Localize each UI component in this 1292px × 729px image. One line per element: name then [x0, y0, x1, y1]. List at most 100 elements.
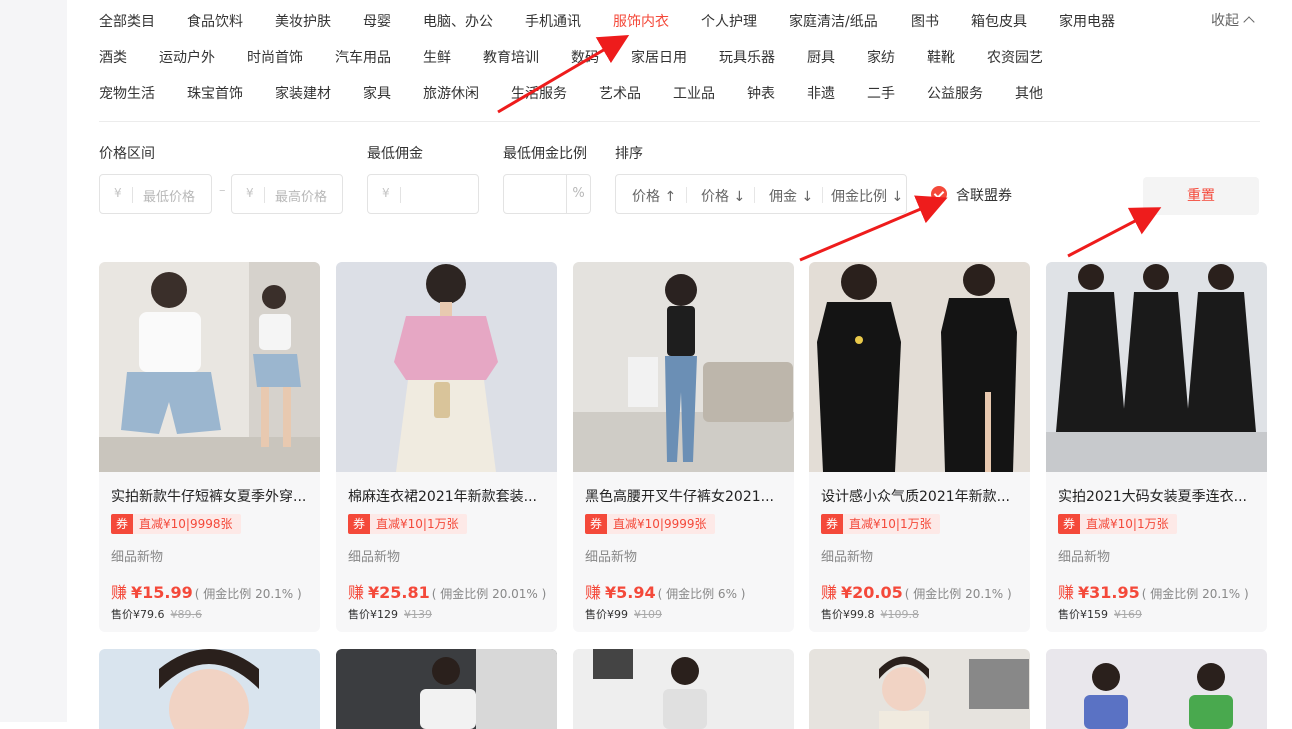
category-secondhand[interactable]: 二手 — [867, 83, 895, 103]
category-bags[interactable]: 箱包皮具 — [971, 11, 1027, 31]
divider — [99, 121, 1260, 122]
category-cleaning[interactable]: 家庭清洁/纸品 — [789, 11, 878, 31]
left-sidebar — [0, 0, 67, 722]
commission-rate: ( 佣金比例 20.01% ) — [431, 587, 547, 601]
category-phone[interactable]: 手机通讯 — [525, 11, 581, 31]
coupon-amount: 直减¥10|1万张 — [843, 514, 940, 534]
product-image[interactable] — [336, 649, 557, 729]
category-agri[interactable]: 农资园艺 — [987, 47, 1043, 67]
product-card[interactable]: 棉麻连衣裙2021年新款套装... 券 直减¥10|1万张 细品新物 赚 ¥25.… — [336, 262, 557, 632]
max-price-input[interactable]: ¥ 最高价格 — [231, 174, 343, 214]
category-liquor[interactable]: 酒类 — [99, 47, 127, 67]
main-content: 全部类目 食品饮料 美妆护肤 母婴 电脑、办公 手机通讯 服饰内衣 个人护理 家… — [67, 0, 1292, 729]
category-digital[interactable]: 数码 — [571, 47, 599, 67]
earn-amount: ¥20.05 — [841, 583, 903, 602]
min-commission-input[interactable]: ¥ — [367, 174, 479, 214]
product-card[interactable]: 设计感小众气质2021年新款... 券 直减¥10|1万张 细品新物 赚 ¥20.… — [809, 262, 1030, 632]
product-title[interactable]: 实拍2021大码女装夏季连衣... — [1058, 486, 1258, 506]
earn-amount: ¥5.94 — [605, 583, 656, 602]
min-rate-input[interactable]: % — [503, 174, 591, 214]
original-price: ¥169 — [1114, 608, 1142, 621]
category-other[interactable]: 其他 — [1015, 83, 1043, 103]
category-computer[interactable]: 电脑、办公 — [423, 11, 493, 31]
category-home[interactable]: 家居日用 — [631, 47, 687, 67]
category-charity[interactable]: 公益服务 — [927, 83, 983, 103]
currency-icon: ¥ — [114, 186, 122, 200]
category-sports[interactable]: 运动户外 — [159, 47, 215, 67]
input-separator — [264, 187, 265, 203]
original-price: ¥109 — [634, 608, 662, 621]
category-books[interactable]: 图书 — [911, 11, 939, 31]
shop-name: 细品新物 — [111, 550, 164, 565]
product-title[interactable]: 黑色高腰开叉牛仔裤女2021... — [585, 486, 785, 506]
sort-commission-desc[interactable]: 佣金 ↓ — [769, 186, 813, 206]
category-beauty[interactable]: 美妆护肤 — [275, 11, 331, 31]
category-fresh[interactable]: 生鲜 — [423, 47, 451, 67]
coupon-checkbox[interactable] — [931, 186, 947, 202]
product-title[interactable]: 设计感小众气质2021年新款... — [821, 486, 1021, 506]
coupon-amount: 直减¥10|9999张 — [607, 514, 715, 534]
coupon-checkbox-label[interactable]: 含联盟券 — [956, 185, 1012, 205]
coupon-tag: 券 — [111, 514, 133, 534]
category-travel[interactable]: 旅游休闲 — [423, 83, 479, 103]
sort-separator — [822, 187, 823, 203]
category-personal-care[interactable]: 个人护理 — [701, 11, 757, 31]
product-card[interactable]: 黑色高腰开叉牛仔裤女2021... 券 直减¥10|9999张 细品新物 赚 ¥5… — [573, 262, 794, 632]
category-building[interactable]: 家装建材 — [275, 83, 331, 103]
category-auto[interactable]: 汽车用品 — [335, 47, 391, 67]
category-textiles[interactable]: 家纺 — [867, 47, 895, 67]
earn-line: 赚 ¥25.81( 佣金比例 20.01% ) — [348, 579, 546, 603]
category-furniture[interactable]: 家具 — [363, 83, 391, 103]
price-line: 售价¥99 ¥109 — [585, 606, 662, 622]
min-commission-label: 最低佣金 — [367, 146, 423, 162]
collapse-label: 收起 — [1211, 13, 1239, 29]
coupon-badge: 券 直减¥10|9999张 — [585, 514, 715, 534]
sort-price-desc[interactable]: 价格 ↓ — [701, 186, 745, 206]
coupon-badge: 券 直减¥10|1万张 — [348, 514, 467, 534]
category-jewelry[interactable]: 珠宝首饰 — [187, 83, 243, 103]
reset-button[interactable]: 重置 — [1143, 177, 1259, 215]
earn-amount: ¥25.81 — [368, 583, 430, 602]
price-line: 售价¥159 ¥169 — [1058, 606, 1142, 622]
category-toys[interactable]: 玩具乐器 — [719, 47, 775, 67]
product-card[interactable]: 实拍2021大码女装夏季连衣... 券 直减¥10|1万张 细品新物 赚 ¥31.… — [1046, 262, 1267, 632]
product-image[interactable] — [809, 649, 1030, 729]
product-title[interactable]: 棉麻连衣裙2021年新款套装... — [348, 486, 548, 506]
earn-label: 赚 — [348, 583, 365, 602]
category-food[interactable]: 食品饮料 — [187, 11, 243, 31]
category-art[interactable]: 艺术品 — [599, 83, 641, 103]
category-all[interactable]: 全部类目 — [99, 11, 155, 31]
product-image[interactable] — [1046, 649, 1267, 729]
category-shoes[interactable]: 鞋靴 — [927, 47, 955, 67]
category-industrial[interactable]: 工业品 — [673, 83, 715, 103]
category-baby[interactable]: 母婴 — [363, 11, 391, 31]
min-rate-label: 最低佣金比例 — [503, 146, 587, 162]
sort-price-asc[interactable]: 价格 ↑ — [632, 186, 676, 206]
category-education[interactable]: 教育培训 — [483, 47, 539, 67]
product-image[interactable] — [573, 649, 794, 729]
category-life-service[interactable]: 生活服务 — [511, 83, 567, 103]
category-heritage[interactable]: 非遗 — [807, 83, 835, 103]
sale-price: 售价¥159 — [1058, 608, 1108, 621]
coupon-tag: 券 — [1058, 514, 1080, 534]
category-fashion-jewelry[interactable]: 时尚首饰 — [247, 47, 303, 67]
price-line: 售价¥79.6 ¥89.6 — [111, 606, 202, 622]
category-clothing[interactable]: 服饰内衣 — [613, 11, 669, 31]
min-price-input[interactable]: ¥ 最低价格 — [99, 174, 212, 214]
shop-name: 细品新物 — [821, 550, 874, 565]
product-title[interactable]: 实拍新款牛仔短裤女夏季外穿... — [111, 486, 311, 506]
category-kitchen[interactable]: 厨具 — [807, 47, 835, 67]
sort-rate-desc[interactable]: 佣金比例 ↓ — [831, 186, 903, 206]
percent-suffix: % — [566, 175, 590, 213]
product-card[interactable]: 实拍新款牛仔短裤女夏季外穿... 券 直减¥10|9998张 细品新物 赚 ¥15… — [99, 262, 320, 632]
category-watches[interactable]: 钟表 — [747, 83, 775, 103]
product-image — [809, 262, 1030, 472]
input-separator — [132, 187, 133, 203]
product-image[interactable] — [99, 649, 320, 729]
coupon-tag: 券 — [348, 514, 370, 534]
category-appliances[interactable]: 家用电器 — [1059, 11, 1115, 31]
collapse-button[interactable]: 收起 — [1211, 10, 1255, 30]
sale-price: 售价¥99 — [585, 608, 628, 621]
sale-price: 售价¥79.6 — [111, 608, 165, 621]
category-pets[interactable]: 宠物生活 — [99, 83, 155, 103]
